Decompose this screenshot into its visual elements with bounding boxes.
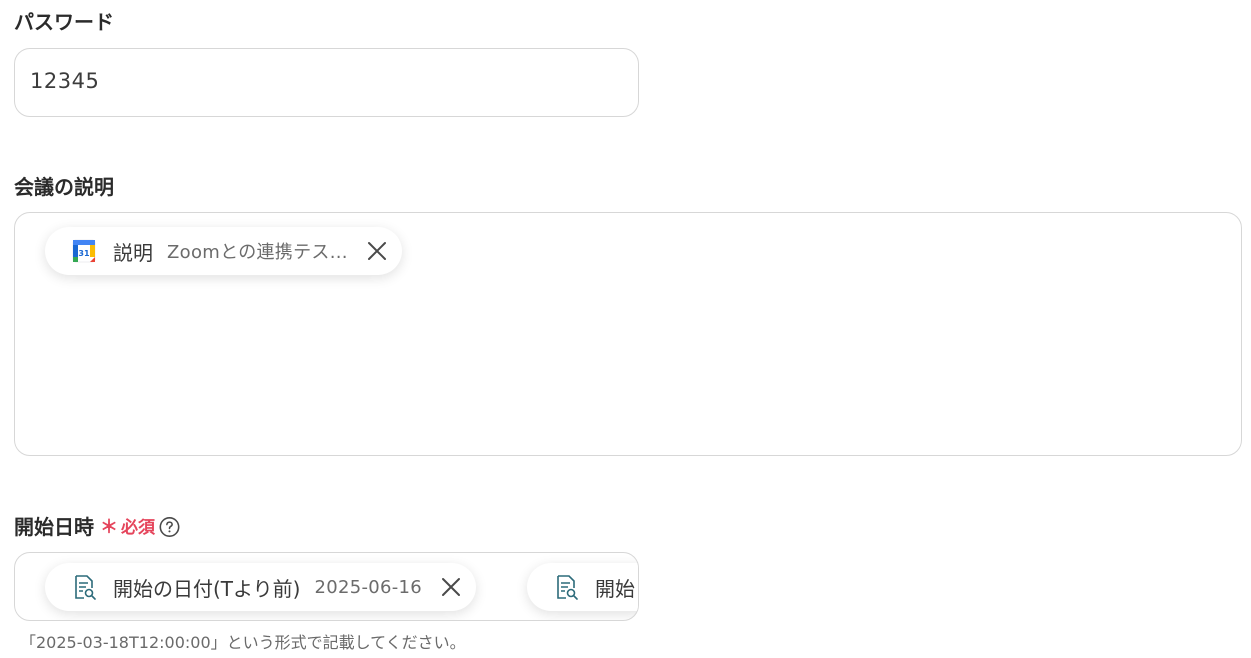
chip-name: 開始 [595,576,635,601]
close-icon[interactable] [438,574,464,600]
description-variable-chip[interactable]: 31 説明 Zoomとの連携テス... [45,227,402,275]
svg-text:31: 31 [78,249,90,258]
chip-value: Zoomとの連携テス... [167,242,348,263]
password-input-value: 12345 [30,69,100,93]
chip-name: 開始の日付(Tより前) [113,576,301,601]
password-label-text: パスワード [14,10,114,34]
description-label: 会議の説明 [14,171,114,200]
required-star: ＊ [100,516,118,538]
chip-name: 説明 [113,240,153,265]
document-search-icon [71,574,97,600]
format-hint: 「2025-03-18T12:00:00」という形式で記載してください。 [20,633,466,652]
chip-value: 2025-06-16 [314,576,423,598]
start-datetime-label-text: 開始日時 [14,515,94,539]
description-label-text: 会議の説明 [14,175,114,199]
start-time-variable-chip[interactable]: 開始 [527,563,638,611]
document-search-icon [553,574,579,600]
help-icon[interactable] [159,515,180,537]
required-badge: 必須 [121,518,155,538]
password-label: パスワード [14,6,114,35]
description-textarea[interactable]: 31 説明 Zoomとの連携テス... [14,212,1242,456]
password-input[interactable]: 12345 [14,48,639,117]
close-icon[interactable] [364,238,390,264]
start-date-variable-chip[interactable]: 開始の日付(Tより前) 2025-06-16 [45,563,477,611]
google-calendar-icon: 31 [71,238,97,264]
start-datetime-input[interactable]: 開始の日付(Tより前) 2025-06-16 開始 [14,552,639,621]
start-datetime-label: 開始日時 ＊ 必須 [14,511,180,540]
